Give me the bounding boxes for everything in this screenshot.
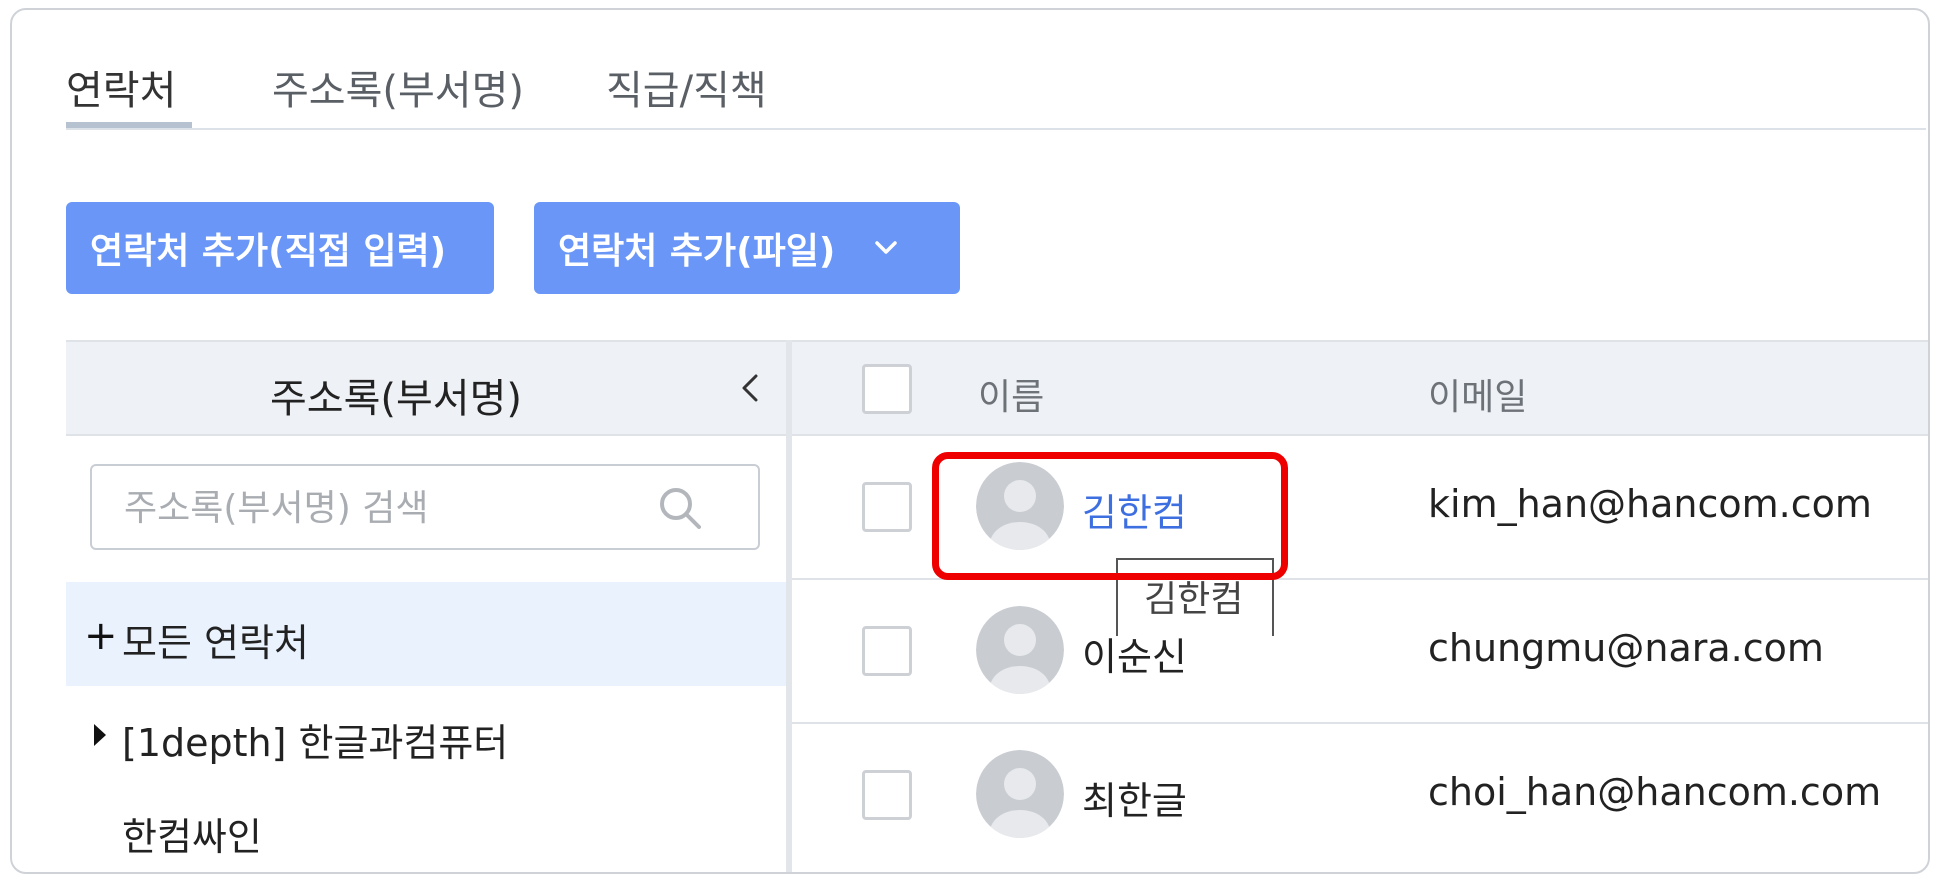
search-icon[interactable]: [656, 484, 704, 532]
contact-email: chungmu@nara.com: [1428, 626, 1824, 670]
app-frame: 연락처 주소록(부서명) 직급/직책 연락처 추가(직접 입력) 연락처 추가(…: [10, 8, 1930, 874]
add-contact-file-label: 연락처 추가(파일): [558, 231, 836, 272]
tree-item-label: [1depth] 한글과컴퓨터: [122, 721, 509, 765]
tab-bar: 연락처 주소록(부서명) 직급/직책: [66, 10, 1926, 130]
contact-email: choi_han@hancom.com: [1428, 770, 1882, 814]
add-contact-direct-button[interactable]: 연락처 추가(직접 입력): [66, 202, 494, 294]
tree-item-label: 모든 연락처: [122, 621, 309, 665]
chevron-down-icon: [875, 241, 898, 254]
address-book-search-input[interactable]: [122, 466, 646, 550]
row-checkbox[interactable]: [862, 626, 912, 676]
address-book-title: 주소록(부서명): [269, 376, 522, 422]
row-checkbox[interactable]: [862, 770, 912, 820]
avatar: [976, 750, 1064, 838]
tree-item-hancom-sign[interactable]: 한컴싸인: [66, 782, 786, 872]
name-tooltip: 김한컴: [1116, 558, 1274, 636]
caret-right-icon[interactable]: [92, 722, 108, 748]
plus-icon[interactable]: +: [84, 616, 118, 656]
add-contact-file-button[interactable]: 연락처 추가(파일): [534, 202, 960, 294]
tab-contacts[interactable]: 연락처: [66, 58, 176, 116]
contact-name-link[interactable]: 김한컴: [1082, 482, 1187, 537]
address-book-header: 주소록(부서명): [66, 340, 786, 436]
contact-name[interactable]: 최한글: [1082, 770, 1187, 825]
tree-item-hancom[interactable]: [1depth] 한글과컴퓨터: [66, 686, 786, 782]
table-header: 이름 이메일: [792, 340, 1928, 436]
contacts-table: 이름 이메일 김한컴 kim_han@hancom.com 이순신 chungm…: [792, 340, 1928, 872]
table-row[interactable]: 이순신 chungmu@nara.com: [792, 580, 1928, 724]
column-header-email[interactable]: 이메일: [1428, 368, 1527, 420]
tooltip-text: 김한컴: [1144, 579, 1244, 620]
tree-item-all-contacts[interactable]: + 모든 연락처: [66, 582, 786, 686]
avatar: [976, 606, 1064, 694]
chevron-left-icon[interactable]: [734, 370, 764, 406]
address-book-search: [90, 464, 760, 550]
tab-position[interactable]: 직급/직책: [606, 58, 767, 116]
select-all-checkbox[interactable]: [862, 364, 912, 414]
column-header-name[interactable]: 이름: [978, 368, 1044, 420]
active-tab-indicator: [66, 122, 192, 128]
tab-address-book[interactable]: 주소록(부서명): [272, 58, 524, 116]
table-row[interactable]: 김한컴 kim_han@hancom.com: [792, 436, 1928, 580]
tree-item-label: 한컴싸인: [122, 815, 262, 859]
table-row[interactable]: 최한글 choi_han@hancom.com: [792, 724, 1928, 868]
row-checkbox[interactable]: [862, 482, 912, 532]
contact-email: kim_han@hancom.com: [1428, 482, 1872, 526]
avatar: [976, 462, 1064, 550]
address-book-panel: 주소록(부서명) + 모든 연락처 [1depth] 한글과컴퓨터 한컴싸인: [66, 340, 786, 872]
add-contact-direct-label: 연락처 추가(직접 입력): [90, 231, 447, 272]
